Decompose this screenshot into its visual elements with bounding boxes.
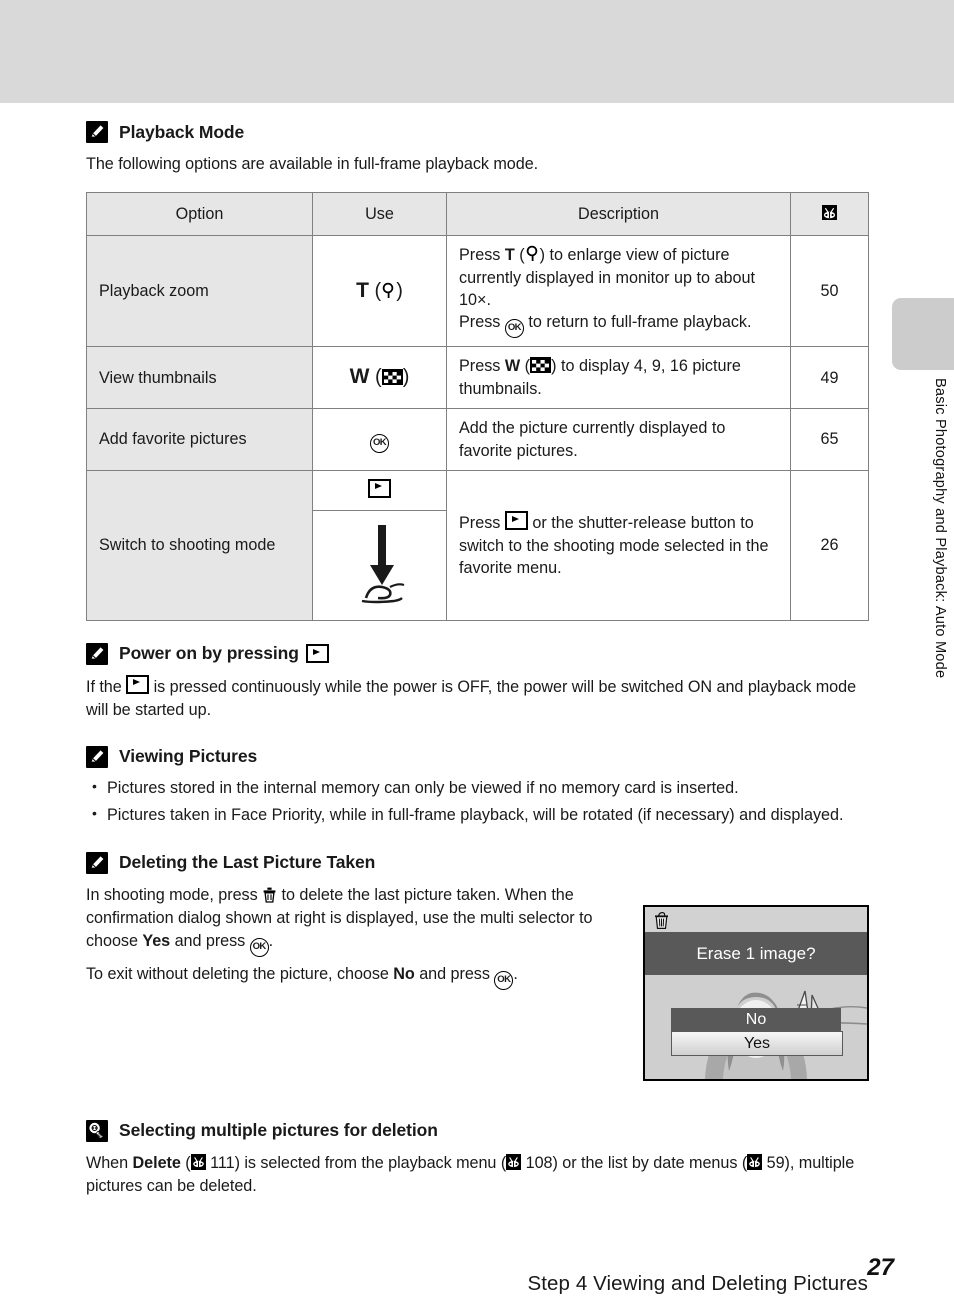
column-header-page-reference <box>790 191 869 237</box>
monitor-option-yes[interactable]: Yes <box>671 1031 843 1056</box>
table-header-row: Option Use Description <box>86 191 869 237</box>
playback-button-icon <box>368 478 391 498</box>
note-pencil-icon <box>86 851 108 874</box>
use-control-playback-button <box>312 469 447 512</box>
yes-option-emphasis: Yes <box>142 931 171 950</box>
selecting-multiple-body: When Delete ( 111) is selected from the … <box>86 1153 855 1195</box>
camera-monitor-figure: Erase 1 image? No Yes <box>643 905 869 1081</box>
description-text: Add the picture currently displayed to f… <box>446 408 791 471</box>
section-selecting-multiple-heading: Selecting multiple pictures for deletion <box>86 1119 868 1142</box>
section-deleting-last-picture-heading: Deleting the Last Picture Taken <box>86 851 868 874</box>
playback-button-icon <box>126 674 150 694</box>
use-control: W () <box>312 346 447 410</box>
section-viewing-pictures-heading: Viewing Pictures <box>86 745 868 768</box>
playback-mode-intro: The following options are available in f… <box>86 155 539 173</box>
option-label: Add favorite pictures <box>86 408 313 471</box>
page-reference-icon <box>747 1153 763 1170</box>
page-reference-icon <box>190 1153 206 1170</box>
magnifier-icon <box>381 282 396 300</box>
monitor-dialog-title: Erase 1 image? <box>645 932 867 975</box>
description-text: Press T () to enlarge view of picture cu… <box>446 235 791 348</box>
playback-button-icon <box>504 511 528 531</box>
section-title: Selecting multiple pictures for deletion <box>119 1120 438 1141</box>
ok-button-icon: OK <box>370 434 389 454</box>
tip-lightbulb-icon <box>86 1119 108 1142</box>
use-control: OK <box>312 408 447 471</box>
running-header-band <box>0 0 954 103</box>
note-pencil-icon <box>86 121 108 143</box>
section-playback-mode-heading: Playback Mode <box>86 121 868 143</box>
option-label: Playback zoom <box>86 235 313 348</box>
magnifier-icon <box>525 245 540 263</box>
running-header-title: Step 4 Viewing and Deleting Pictures <box>527 1272 868 1295</box>
column-header-description: Description <box>446 191 791 237</box>
table-row-playback-zoom: Playback zoom T () Press T () to enlarge… <box>86 235 869 348</box>
section-power-on-heading: Power on by pressing <box>86 642 868 665</box>
ok-button-icon: OK <box>494 970 514 990</box>
page-reference-value: 50 <box>790 235 869 348</box>
page-reference-icon <box>822 205 837 220</box>
monitor-option-no[interactable]: No <box>671 1008 841 1031</box>
page-reference-value: 65 <box>790 408 869 471</box>
monitor-top-bar <box>645 907 867 932</box>
list-item: Pictures stored in the internal memory c… <box>86 776 868 800</box>
shutter-release-press-icon <box>348 525 412 609</box>
ok-button-icon: OK <box>504 319 524 339</box>
note-pencil-icon <box>86 642 108 665</box>
playback-options-table: Option Use Description Playback zoom T (… <box>86 191 869 621</box>
column-header-use: Use <box>312 191 447 237</box>
thumbnail-grid-icon <box>530 357 552 374</box>
description-text: Press W () to display 4, 9, 16 picture t… <box>446 346 791 410</box>
trash-icon <box>262 886 277 903</box>
deleting-last-paragraph-2: To exit without deleting the picture, ch… <box>86 963 598 990</box>
section-title: Viewing Pictures <box>119 746 258 767</box>
table-row-add-favorite-pictures: Add favorite pictures OK Add the picture… <box>86 408 869 471</box>
column-header-option: Option <box>86 191 313 237</box>
table-row-view-thumbnails: View thumbnails W () Press W () to displ… <box>86 346 869 410</box>
chapter-tab-label: Basic Photography and Playback: Auto Mod… <box>932 378 948 679</box>
delete-menu-emphasis: Delete <box>132 1153 181 1172</box>
viewing-pictures-list: Pictures stored in the internal memory c… <box>86 776 868 828</box>
playback-button-icon <box>305 644 329 664</box>
option-label: Switch to shooting mode <box>86 469 313 621</box>
option-label: View thumbnails <box>86 346 313 410</box>
page-reference-icon <box>506 1153 522 1170</box>
deleting-last-paragraph-1: In shooting mode, press to delete the la… <box>86 884 598 957</box>
chapter-tab-block <box>892 298 954 370</box>
page-reference-value: 26 <box>790 469 869 621</box>
use-control-shutter-release <box>312 510 447 621</box>
description-text: Press or the shutter-release button to s… <box>446 469 791 621</box>
power-on-body: If the is pressed continuously while the… <box>86 674 868 722</box>
ok-button-icon: OK <box>249 937 269 957</box>
section-title: Power on by pressing <box>119 643 329 664</box>
tele-zoom-key-label: T <box>356 278 369 302</box>
use-control: T () <box>312 235 447 348</box>
list-item: Pictures taken in Face Priority, while i… <box>86 803 868 827</box>
thumbnail-grid-icon <box>381 369 403 386</box>
tele-key-inline: T <box>504 246 515 265</box>
wide-zoom-key-label: W <box>349 365 370 389</box>
section-title: Deleting the Last Picture Taken <box>119 852 376 873</box>
no-option-emphasis: No <box>393 964 415 983</box>
wide-key-inline: W <box>504 357 521 376</box>
page-reference-value: 49 <box>790 346 869 410</box>
page-number: 27 <box>867 1254 894 1281</box>
note-pencil-icon <box>86 745 108 768</box>
table-row-switch-to-shooting-mode: Switch to shooting mode Press or the shu… <box>86 469 869 621</box>
section-title: Playback Mode <box>119 121 245 142</box>
